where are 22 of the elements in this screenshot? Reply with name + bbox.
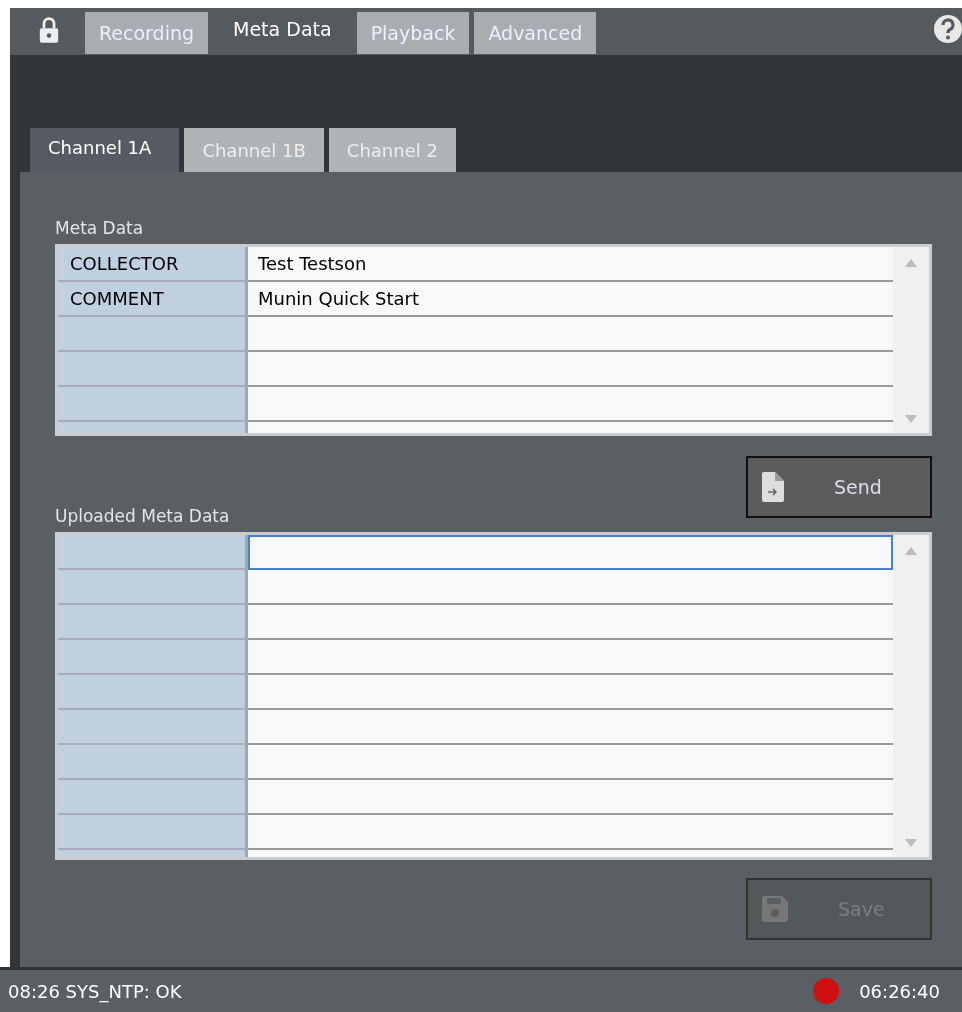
- value-cell[interactable]: Test Testson: [248, 247, 893, 282]
- lock-icon[interactable]: [38, 16, 60, 44]
- scroll-up-icon[interactable]: [905, 259, 917, 267]
- section-title: Uploaded Meta Data: [55, 506, 230, 526]
- main-tab[interactable]: Meta Data: [213, 8, 352, 50]
- scrollbar[interactable]: [893, 247, 929, 433]
- value-cell[interactable]: Munin Quick Start: [248, 282, 893, 317]
- channel-tab[interactable]: Channel 1A: [30, 128, 180, 172]
- scroll-up-icon[interactable]: [905, 547, 917, 555]
- clock-time: 06:26:40: [859, 980, 940, 1002]
- send-button[interactable]: Send: [746, 456, 932, 518]
- status-text: 08:26 SYS_NTP: OK: [7, 980, 182, 1002]
- scroll-down-icon[interactable]: [905, 839, 917, 847]
- key-cell[interactable]: COLLECTOR: [58, 247, 248, 282]
- document-icon: [762, 472, 784, 502]
- scrollbar[interactable]: [893, 535, 929, 857]
- section-title: Meta Data: [55, 218, 145, 238]
- scroll-down-icon[interactable]: [905, 415, 917, 423]
- recording-indicator-icon: [813, 978, 840, 1004]
- key-cell[interactable]: COMMENT: [58, 282, 248, 317]
- help-icon[interactable]: [934, 15, 962, 43]
- value-cell[interactable]: [248, 535, 893, 570]
